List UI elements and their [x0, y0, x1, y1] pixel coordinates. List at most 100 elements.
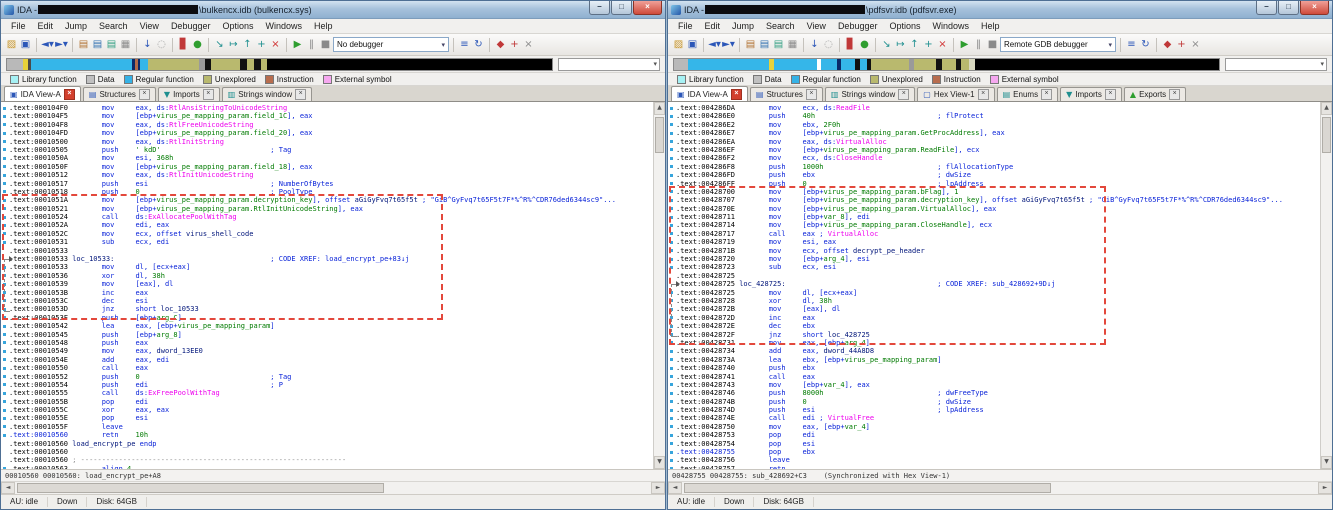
asm-line[interactable]: .text:0042870E mov [ebp+virus_pe_mapping…: [668, 205, 1320, 213]
asm-line[interactable]: .text:00428717 call eax ; VirtualAlloc: [668, 230, 1320, 238]
asm-line[interactable]: .text:00010554 push edi ; P: [1, 381, 653, 389]
menu-jump[interactable]: Jump: [59, 21, 93, 31]
asm-line[interactable]: .text:00428755 pop ebx: [668, 448, 1320, 456]
maximize-button[interactable]: □: [611, 1, 632, 15]
asm-line[interactable]: .text:00010563 align 4: [1, 465, 653, 469]
analysis-indicator-icon[interactable]: ●: [191, 37, 204, 52]
asm-line[interactable]: .text:000104F0 mov eax, ds:RtlAnsiString…: [1, 104, 653, 112]
breakpoint-icon[interactable]: ◆: [1161, 37, 1174, 52]
asm-line[interactable]: .text:00428720 mov [ebp+arg_4], esi: [668, 255, 1320, 263]
asm-line[interactable]: .text:000104F8 mov eax, ds:RtlFreeUnicod…: [1, 121, 653, 129]
asm-line[interactable]: .text:0001050A mov esi, 368h: [1, 154, 653, 162]
asm-line[interactable]: .text:00010512 mov eax, ds:RtlInitUnicod…: [1, 171, 653, 179]
navband-zoom-select[interactable]: ▾: [558, 58, 660, 71]
asm-line[interactable]: .text:00010550 call eax: [1, 364, 653, 372]
refresh-icon[interactable]: ↻: [472, 37, 485, 52]
crop-region-icon[interactable]: ◌: [155, 37, 168, 52]
debugger-select[interactable]: Remote GDB debugger▾: [1000, 37, 1116, 52]
stop-process-icon[interactable]: ■: [986, 37, 999, 52]
menu-file[interactable]: File: [672, 21, 699, 31]
asm-line[interactable]: .text:0042874B push 0 ; dwSize: [668, 398, 1320, 406]
navigate-back-icon[interactable]: ◄▾: [41, 37, 54, 52]
copy-data-icon[interactable]: ▤: [744, 37, 757, 52]
asm-line[interactable]: .text:00428756 leave: [668, 456, 1320, 464]
vertical-scroll-thumb[interactable]: [1322, 117, 1331, 153]
add-breakpoint-icon[interactable]: +: [508, 37, 521, 52]
asm-line[interactable]: .text:00428714 mov [ebp+virus_pe_mapping…: [668, 221, 1320, 229]
vertical-scrollbar[interactable]: ▲ ▼: [1320, 102, 1332, 469]
asm-line[interactable]: .text:00428757 retn: [668, 465, 1320, 469]
save-icon[interactable]: ▣: [19, 37, 32, 52]
asm-line[interactable]: .text:004286F2 mov ecx, ds:CloseHandle: [668, 154, 1320, 162]
asm-line[interactable]: .text:00428741 call eax: [668, 373, 1320, 381]
asm-line[interactable]: .text:0001055B pop edi: [1, 398, 653, 406]
asm-line[interactable]: .text:0001051A mov [ebp+virus_pe_mapping…: [1, 196, 653, 204]
asm-line[interactable]: .text:00010560 load_encrypt_pe endp: [1, 440, 653, 448]
stop-process-icon[interactable]: ■: [319, 37, 332, 52]
asm-line[interactable]: .text:00428725 loc_428725: ; CODE XREF: …: [668, 280, 1320, 288]
pause-process-icon[interactable]: ‖: [972, 37, 985, 52]
asm-line[interactable]: .text:00428746 push 8000h ; dwFreeType: [668, 389, 1320, 397]
asm-line[interactable]: .text:0042873A lea ebx, [ebp+virus_pe_ma…: [668, 356, 1320, 364]
cancel-analysis-icon[interactable]: ×: [269, 37, 282, 52]
debugger-step-over-icon[interactable]: ↦: [894, 37, 907, 52]
close-tab-icon[interactable]: ×: [978, 89, 989, 100]
tab-imports[interactable]: ▼Imports×: [1060, 87, 1122, 101]
asm-line[interactable]: .text:00428743 mov [ebp+var_4], eax: [668, 381, 1320, 389]
copy-code-icon[interactable]: ▤: [91, 37, 104, 52]
close-tab-icon[interactable]: ×: [731, 89, 742, 100]
close-tab-icon[interactable]: ×: [1041, 89, 1052, 100]
asm-line[interactable]: .text:00010542 lea eax, [ebp+virus_pe_ma…: [1, 322, 653, 330]
menu-search[interactable]: Search: [93, 21, 134, 31]
asm-line[interactable]: .text:000104F5 mov [ebp+virus_pe_mapping…: [1, 112, 653, 120]
navigation-band[interactable]: [673, 58, 1220, 71]
asm-line[interactable]: .text:00010549 mov eax, dword_13EE0: [1, 347, 653, 355]
asm-line[interactable]: .text:00428711 mov [ebp+var_8], edi: [668, 213, 1320, 221]
tab-strings-window[interactable]: ▥Strings window×: [222, 87, 312, 101]
scroll-track[interactable]: [654, 155, 665, 456]
horizontal-scroll-thumb[interactable]: [684, 483, 1051, 493]
debugger-attach-icon[interactable]: +: [922, 37, 935, 52]
asm-line[interactable]: .text:00428707 mov [ebp+virus_pe_mapping…: [668, 196, 1320, 204]
asm-line[interactable]: .text:00010533: [1, 247, 653, 255]
asm-line[interactable]: .text:0001050F mov [ebp+virus_pe_mapping…: [1, 163, 653, 171]
maximize-button[interactable]: □: [1278, 1, 1299, 15]
asm-line[interactable]: .text:0042872E dec ebx: [668, 322, 1320, 330]
scroll-up-icon[interactable]: ▲: [1321, 102, 1332, 115]
debugger-step-into-icon[interactable]: ↘: [880, 37, 893, 52]
disassembly-view[interactable]: .text:004286DA mov ecx, ds:ReadFile.text…: [668, 102, 1320, 469]
asm-line[interactable]: .text:00010533 loc_10533: ; CODE XREF: l…: [1, 255, 653, 263]
asm-line[interactable]: .text:00010531 sub ecx, edi: [1, 238, 653, 246]
debugger-attach-icon[interactable]: +: [255, 37, 268, 52]
asm-line[interactable]: .text:00428723 sub ecx, esi: [668, 263, 1320, 271]
close-tab-icon[interactable]: ×: [139, 89, 150, 100]
menu-options[interactable]: Options: [216, 21, 259, 31]
scroll-right-icon[interactable]: ►: [1318, 482, 1332, 494]
tab-structures[interactable]: ▤Structures×: [83, 87, 156, 101]
menu-file[interactable]: File: [5, 21, 32, 31]
debugger-step-over-icon[interactable]: ↦: [227, 37, 240, 52]
copy-data-icon[interactable]: ▤: [77, 37, 90, 52]
delete-breakpoint-icon[interactable]: ×: [522, 37, 535, 52]
asm-line[interactable]: .text:00428728 xor dl, 38h: [668, 297, 1320, 305]
title-bar[interactable]: IDA - \bulkencx.idb (bulkencx.sys) – □ ×: [1, 1, 665, 19]
scroll-down-icon[interactable]: ▼: [654, 456, 665, 469]
tab-ida-view-a[interactable]: ▣IDA View-A×: [671, 86, 748, 101]
menu-windows[interactable]: Windows: [260, 21, 309, 31]
close-tab-icon[interactable]: ×: [806, 89, 817, 100]
open-file-icon[interactable]: ▨: [672, 37, 685, 52]
analysis-indicator-icon[interactable]: ●: [858, 37, 871, 52]
start-process-icon[interactable]: ▶: [958, 37, 971, 52]
navigate-forward-icon[interactable]: ►▾: [55, 37, 68, 52]
menu-view[interactable]: View: [134, 21, 165, 31]
asm-line[interactable]: .text:0042871B mov ecx, offset decrypt_p…: [668, 247, 1320, 255]
asm-line[interactable]: .text:00010500 mov eax, ds:RtlInitString: [1, 138, 653, 146]
asm-line[interactable]: .text:0001053B inc eax: [1, 289, 653, 297]
asm-line[interactable]: .text:0042872B mov [eax], dl: [668, 305, 1320, 313]
asm-line[interactable]: .text:00010517 push esi ; NumberOfBytes: [1, 180, 653, 188]
asm-line[interactable]: .text:0001053D jnz short loc_10533: [1, 305, 653, 313]
scroll-right-icon[interactable]: ►: [651, 482, 665, 494]
scroll-track[interactable]: [1321, 155, 1332, 456]
navigate-back-icon[interactable]: ◄▾: [708, 37, 721, 52]
refresh-icon[interactable]: ↻: [1139, 37, 1152, 52]
